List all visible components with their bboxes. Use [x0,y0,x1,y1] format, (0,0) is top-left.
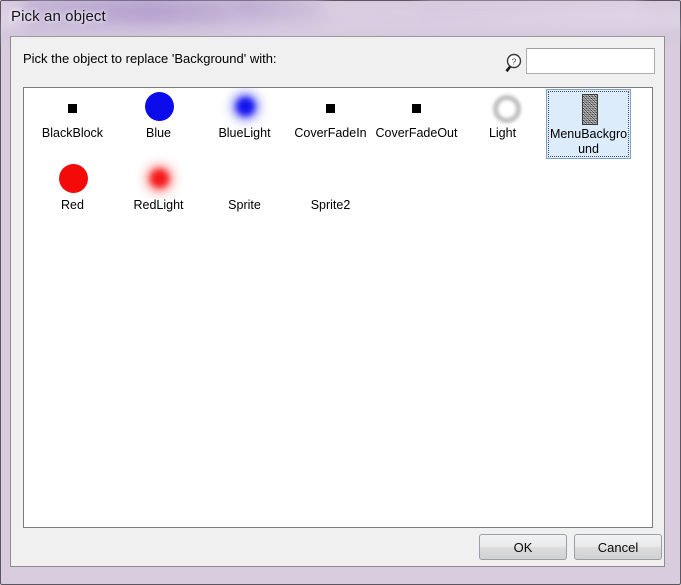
object-label: Red [61,198,84,212]
object-item-redlight[interactable]: RedLight [116,161,201,231]
object-thumbnail [311,92,351,126]
object-label: Sprite2 [310,198,351,212]
object-thumbnail [225,164,265,198]
object-item-red[interactable]: Red [30,161,115,231]
search-row: ? [495,47,655,77]
svg-text:?: ? [512,57,517,66]
search-input[interactable] [526,48,655,74]
object-item-light[interactable]: Light [460,89,545,159]
black-square-icon [411,104,421,113]
object-thumbnail [311,164,351,198]
title-bar[interactable]: Pick an object [1,1,681,37]
dialog-body: Pick the object to replace 'Background' … [10,36,665,567]
cancel-button[interactable]: Cancel [574,534,662,560]
object-item-sprite2[interactable]: Sprite2 [288,161,373,231]
object-label: MenuBackground [549,127,628,156]
black-square-icon [67,104,77,113]
object-item-sprite[interactable]: Sprite [202,161,287,231]
light-ring-icon [492,95,521,123]
object-thumbnail [53,164,93,198]
object-thumbnail [569,93,609,127]
object-item-blue[interactable]: Blue [116,89,201,159]
object-thumbnail [139,92,179,126]
object-label: BlackBlock [41,126,104,140]
object-item-coverfadein[interactable]: CoverFadeIn [288,89,373,159]
object-thumbnail [397,92,437,126]
dialog-window: Pick an object Pick the object to replac… [0,0,681,585]
menu-background-thumbnail [581,94,598,125]
ok-button[interactable]: OK [479,534,567,560]
object-label: Light [488,126,517,140]
object-thumbnail [53,92,93,126]
button-bar: OK Cancel [11,534,664,568]
object-thumbnail [225,92,265,126]
object-label: Blue [145,126,172,140]
object-label: RedLight [133,198,184,212]
object-item-coverfadeout[interactable]: CoverFadeOut [374,89,459,159]
object-item-blackblock[interactable]: BlackBlock [30,89,115,159]
object-label: Sprite [228,198,261,212]
blue-light-icon [235,97,255,116]
object-row: Red RedLight Sprite Sprite2 [24,160,652,232]
object-label: CoverFadeIn [294,126,367,140]
object-thumbnail [483,92,523,126]
object-row: BlackBlock Blue BlueLight CoverFadeIn CoverF… [24,88,652,160]
black-square-icon [325,104,335,113]
object-label: BlueLight [218,126,271,140]
object-label: CoverFadeOut [375,126,458,140]
object-thumbnail [139,164,179,198]
prompt-label: Pick the object to replace 'Background' … [23,51,277,66]
blue-circle-icon [144,92,174,121]
red-light-icon [149,169,169,188]
red-circle-icon [58,164,88,193]
search-help-icon: ? [502,52,524,74]
object-item-menubackground[interactable]: MenuBackground [546,89,631,159]
window-title: Pick an object [11,8,106,25]
object-item-bluelight[interactable]: BlueLight [202,89,287,159]
object-list[interactable]: BlackBlock Blue BlueLight CoverFadeIn CoverF… [23,87,653,528]
